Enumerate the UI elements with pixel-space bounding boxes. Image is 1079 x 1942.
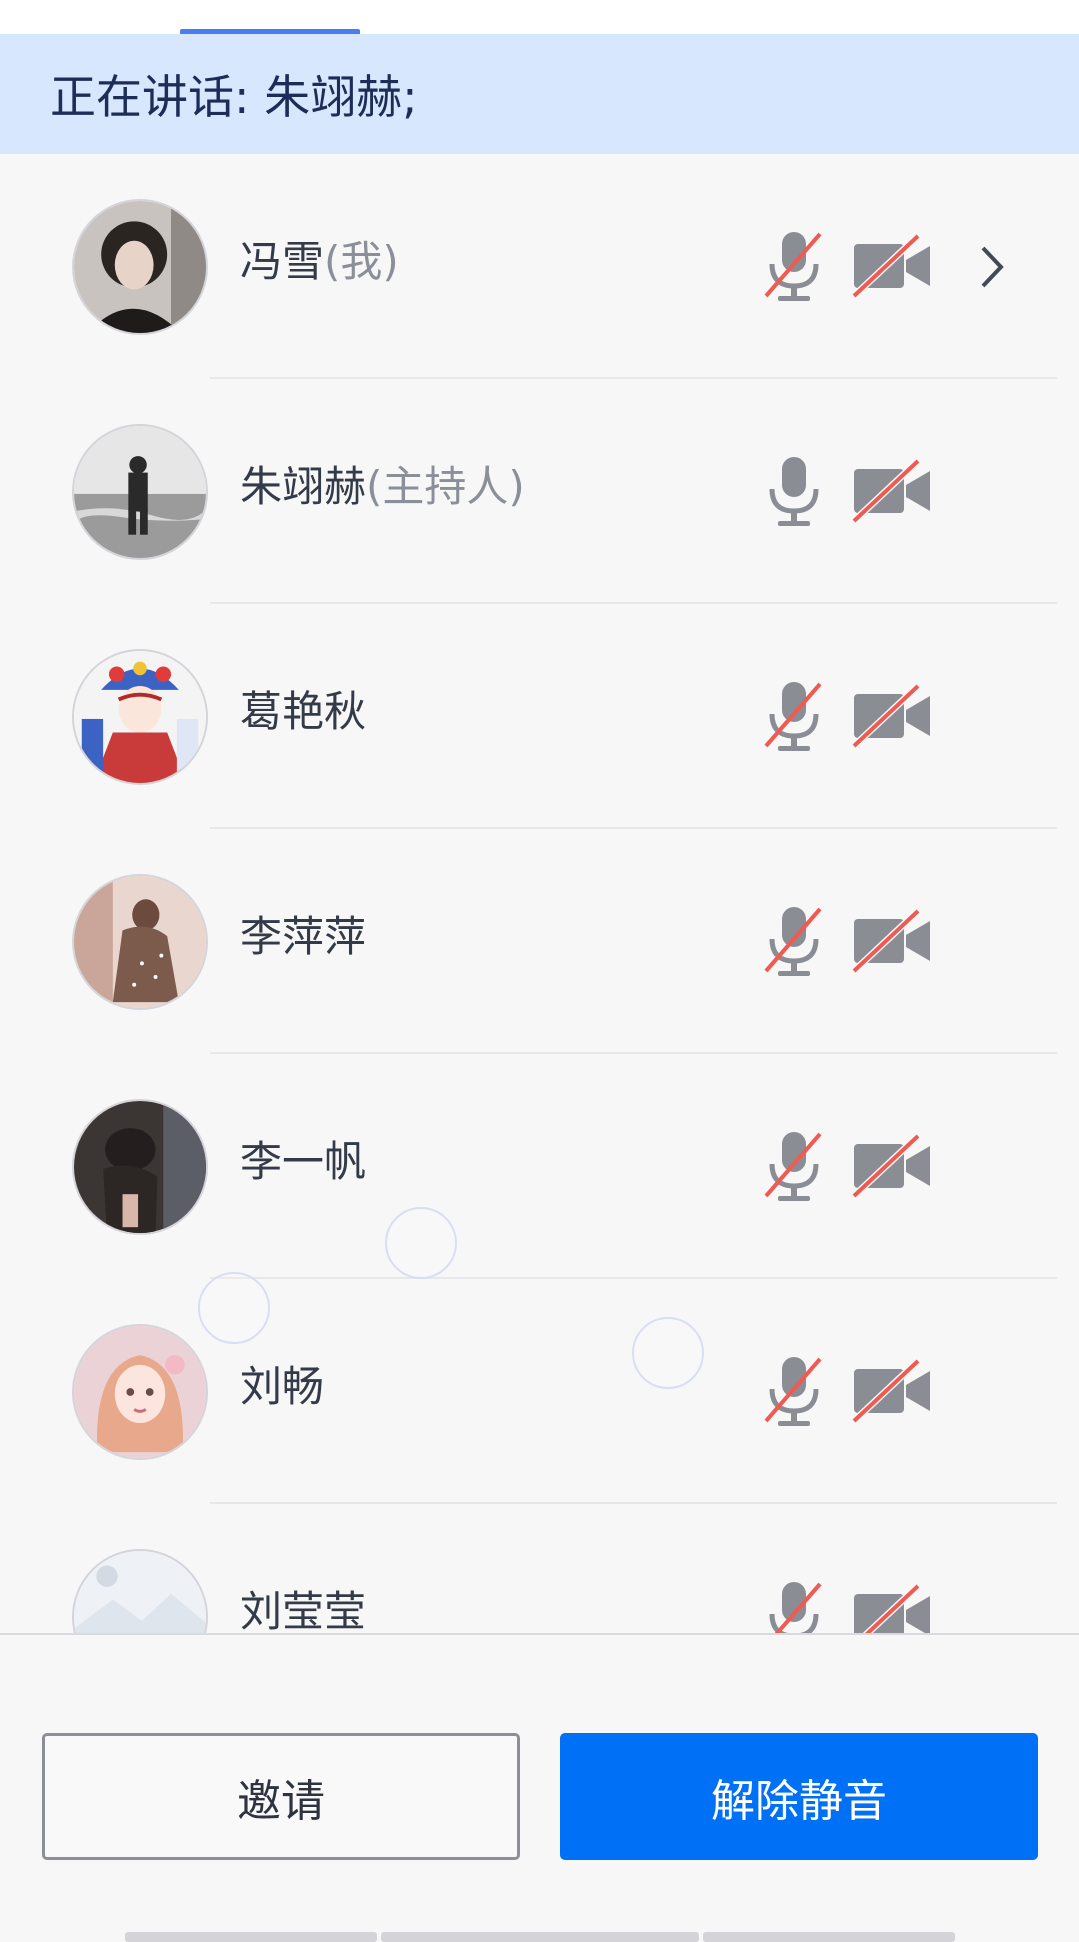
participant-name-text: 刘畅 <box>240 1362 325 1411</box>
participant-name: 刘莹莹 <box>240 1584 366 1633</box>
participant-row[interactable]: 朱翊赫(主持人) <box>0 379 1079 604</box>
participant-name: 冯雪(我) <box>240 234 399 290</box>
participant-role: (我) <box>324 237 399 286</box>
speaking-banner: 正在讲话: 朱翊赫; <box>0 34 1079 154</box>
invite-button-label: 邀请 <box>237 1775 325 1827</box>
top-tab-bar <box>0 0 1079 35</box>
camera-off-icon[interactable] <box>851 1357 932 1425</box>
chevron-right-icon[interactable] <box>975 242 1009 292</box>
touch-ripple <box>198 1272 270 1344</box>
system-nav-bar-segment <box>703 1932 955 1942</box>
camera-off-icon[interactable] <box>851 232 932 300</box>
participant-name: 李一帆 <box>240 1134 366 1190</box>
participant-row[interactable]: 刘莹莹 <box>0 1504 1079 1633</box>
participant-name: 朱翊赫(主持人) <box>240 459 525 515</box>
microphone-muted-icon[interactable] <box>762 1126 826 1206</box>
avatar <box>72 199 208 335</box>
touch-ripple <box>385 1207 457 1279</box>
participant-row[interactable]: 刘畅 <box>0 1279 1079 1504</box>
participant-role: (主持人) <box>366 462 525 511</box>
avatar <box>72 1099 208 1235</box>
participant-name: 葛艳秋 <box>240 684 366 740</box>
participant-row[interactable]: 葛艳秋 <box>0 604 1079 829</box>
participant-name: 李萍萍 <box>240 909 366 965</box>
participant-name-text: 葛艳秋 <box>240 687 367 736</box>
invite-button[interactable]: 邀请 <box>42 1733 520 1860</box>
microphone-muted-icon[interactable] <box>762 1351 826 1431</box>
camera-off-icon[interactable] <box>851 907 932 975</box>
participant-list[interactable]: 冯雪(我) 朱翊赫(主持人) 葛艳秋李萍萍李一帆刘畅刘莹莹 <box>0 154 1079 1633</box>
microphone-icon[interactable] <box>762 451 826 531</box>
participant-name-text: 朱翊赫 <box>240 462 367 511</box>
speaking-text: 正在讲话: 朱翊赫; <box>50 70 418 124</box>
touch-ripple <box>632 1317 704 1389</box>
participant-name-text: 李一帆 <box>240 1137 367 1186</box>
microphone-muted-icon[interactable] <box>762 1576 826 1633</box>
participant-row[interactable]: 李萍萍 <box>0 829 1079 1054</box>
avatar <box>72 424 208 560</box>
system-nav-bar-segment <box>381 1932 699 1942</box>
avatar <box>72 1324 208 1460</box>
microphone-muted-icon[interactable] <box>762 676 826 756</box>
camera-off-icon[interactable] <box>852 1582 932 1633</box>
camera-off-icon[interactable] <box>851 1132 932 1200</box>
camera-off-icon[interactable] <box>851 457 932 525</box>
avatar <box>72 874 208 1010</box>
avatar <box>72 1549 208 1633</box>
camera-off-icon[interactable] <box>851 682 932 750</box>
participant-name-text: 冯雪 <box>240 237 325 286</box>
unmute-button[interactable]: 解除静音 <box>560 1733 1038 1860</box>
microphone-muted-icon[interactable] <box>762 901 826 981</box>
participant-name: 刘畅 <box>240 1359 324 1415</box>
participant-row[interactable]: 李一帆 <box>0 1054 1079 1279</box>
system-nav-bar-segment <box>125 1932 377 1942</box>
bottom-action-bar: 邀请 解除静音 <box>0 1633 1079 1942</box>
participant-row[interactable]: 冯雪(我) <box>0 154 1079 379</box>
avatar <box>72 649 208 785</box>
unmute-button-label: 解除静音 <box>711 1775 887 1827</box>
participant-name-text: 李萍萍 <box>240 912 367 961</box>
microphone-muted-icon[interactable] <box>762 226 826 306</box>
participant-name-text: 刘莹莹 <box>240 1587 367 1633</box>
